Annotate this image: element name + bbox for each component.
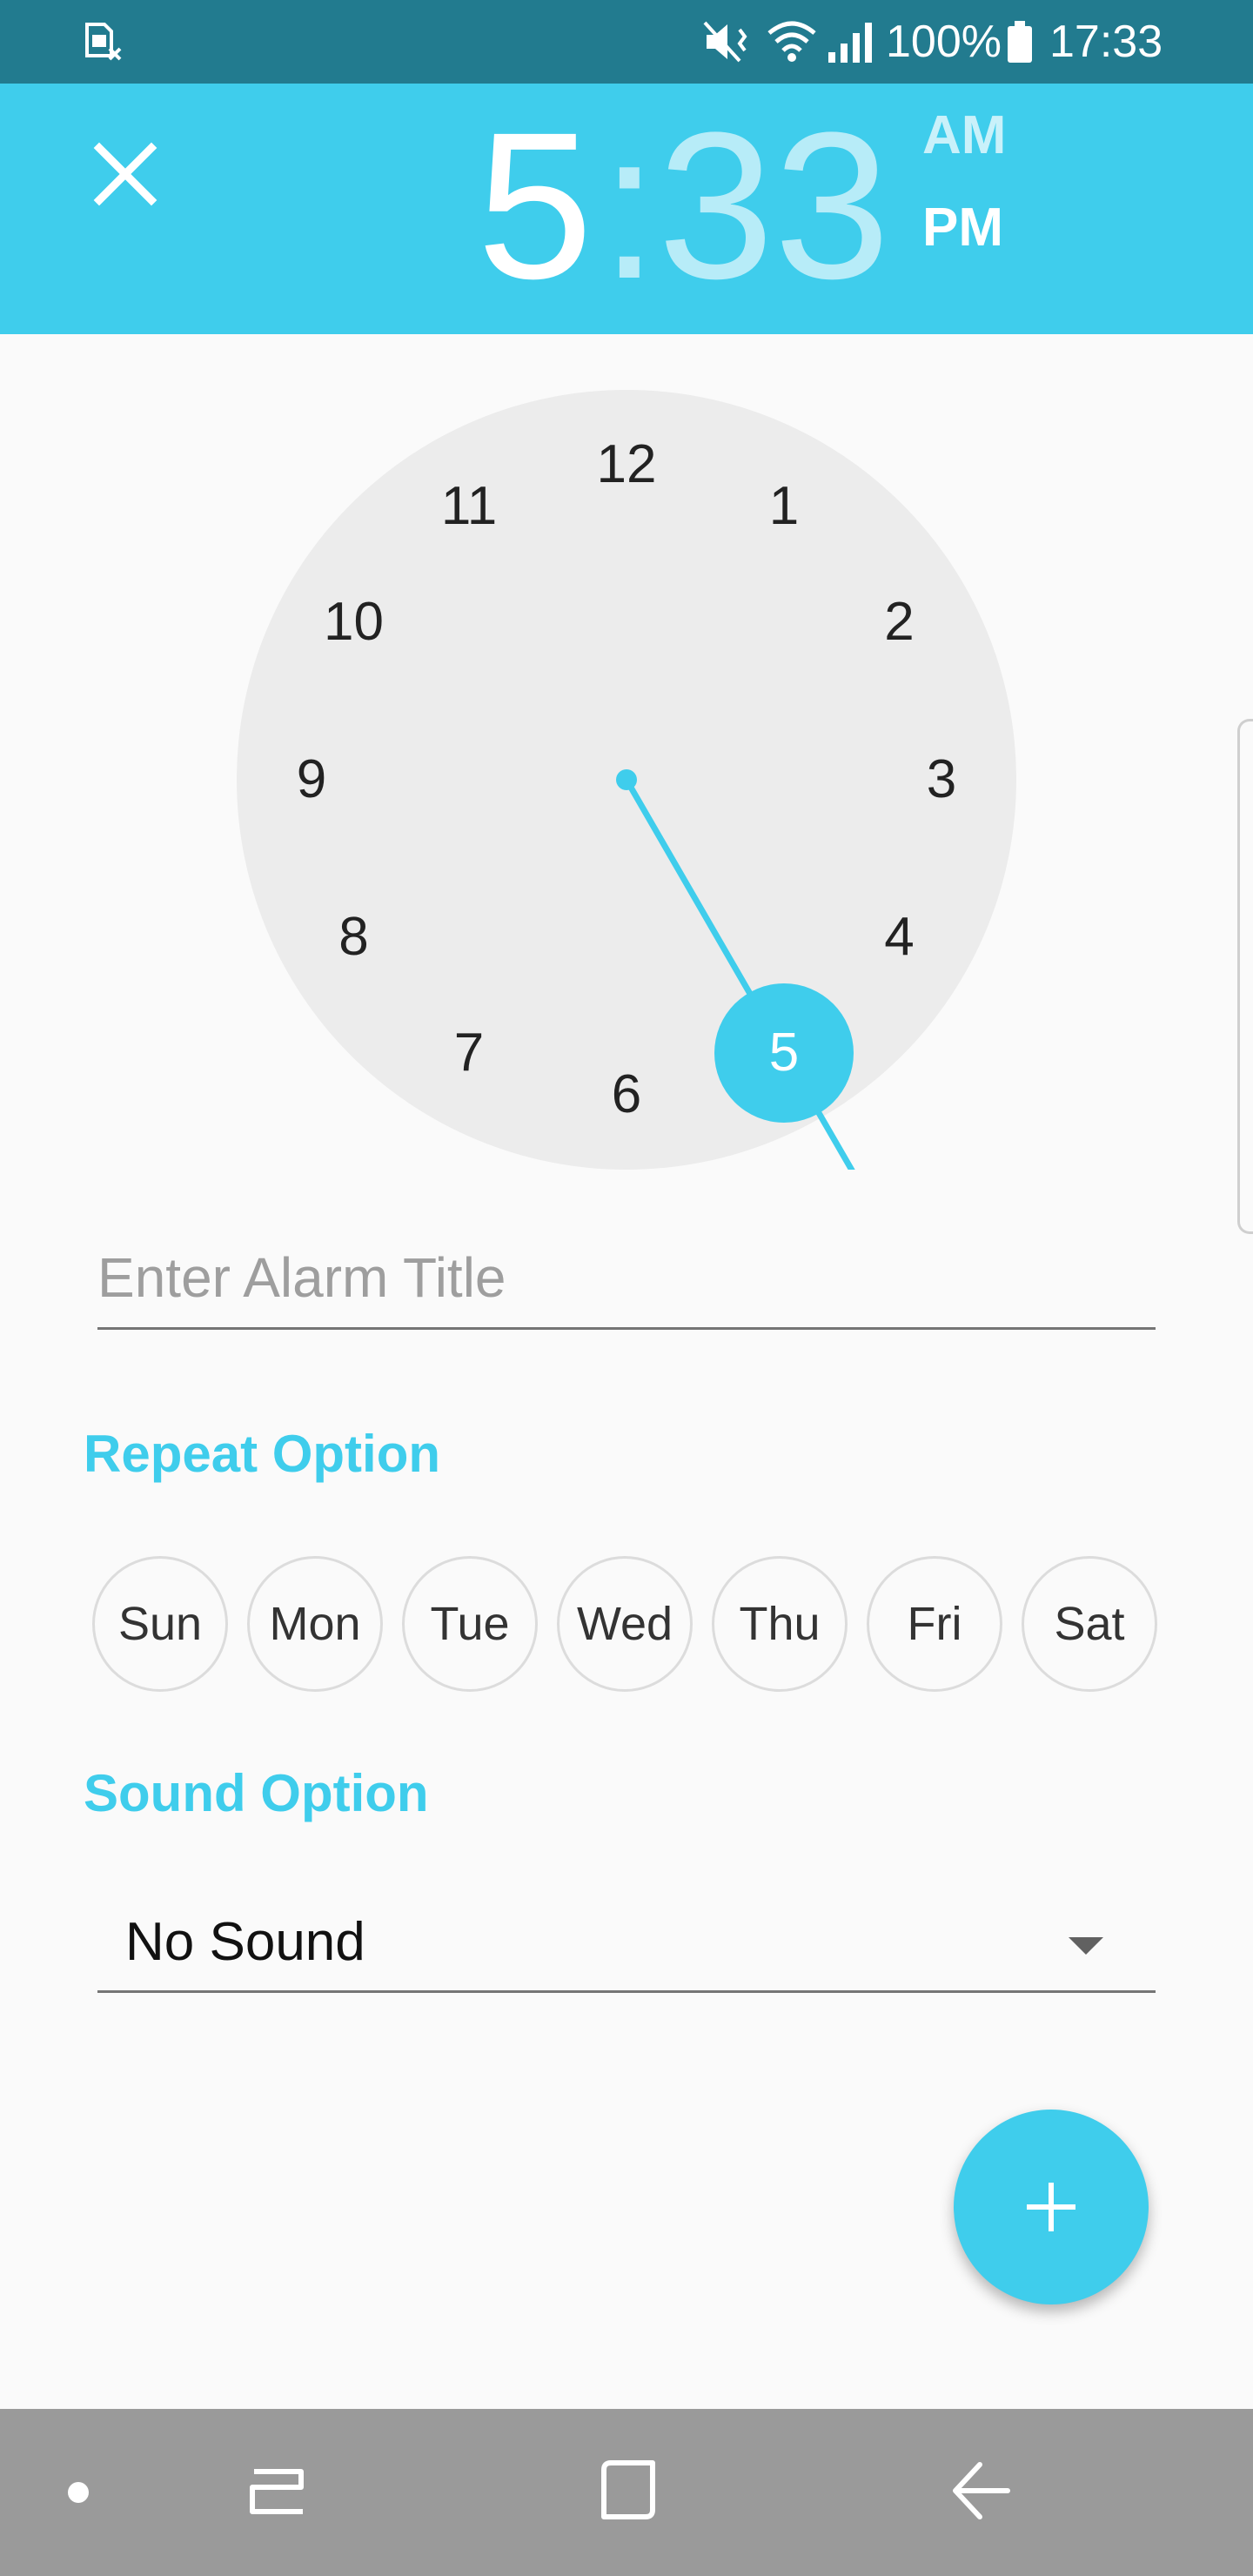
status-clock: 17:33	[1049, 17, 1163, 67]
hour-5-selected[interactable]: 5	[714, 983, 854, 1123]
hour-4[interactable]: 4	[856, 902, 943, 972]
hour-12[interactable]: 12	[583, 430, 670, 500]
vibrate-mute-icon	[703, 21, 747, 63]
hour-6[interactable]: 6	[583, 1060, 670, 1130]
day-toggle-fri[interactable]: Fri	[867, 1556, 1002, 1692]
pm-option[interactable]: PM	[922, 197, 1003, 258]
dropdown-arrow-icon	[1069, 1937, 1103, 1955]
day-toggle-sun[interactable]: Sun	[92, 1556, 228, 1692]
sound-option-heading: Sound Option	[84, 1764, 429, 1822]
wifi-icon	[767, 21, 816, 62]
sim-card-icon	[85, 23, 122, 61]
add-alarm-button[interactable]	[954, 2110, 1149, 2304]
day-toggle-wed[interactable]: Wed	[557, 1556, 693, 1692]
alarm-title-input[interactable]	[97, 1239, 1156, 1330]
close-icon	[93, 142, 157, 206]
hour-3[interactable]: 3	[898, 745, 985, 815]
back-icon[interactable]	[948, 2458, 1015, 2524]
recents-icon[interactable]	[245, 2458, 312, 2524]
day-toggle-mon[interactable]: Mon	[247, 1556, 383, 1692]
hour-display[interactable]: 5	[477, 84, 593, 327]
hour-7[interactable]: 7	[425, 1018, 513, 1088]
am-option[interactable]: AM	[922, 104, 1006, 166]
time-header: 5 : 33 AM PM	[0, 84, 1253, 334]
battery-percentage: 100%	[886, 17, 1002, 67]
dot-icon[interactable]	[68, 2482, 89, 2503]
hour-2[interactable]: 2	[856, 587, 943, 657]
hour-9[interactable]: 9	[268, 745, 355, 815]
signal-icon	[828, 23, 872, 63]
minute-display[interactable]: 33	[658, 84, 890, 327]
time-separator: :	[600, 89, 659, 322]
hour-11[interactable]: 11	[425, 472, 513, 541]
navigation-bar	[0, 2409, 1253, 2576]
status-bar: 100% 17:33	[0, 0, 1253, 84]
close-button[interactable]	[87, 136, 164, 212]
sound-dropdown[interactable]: No Sound	[97, 1897, 1156, 1993]
repeat-option-heading: Repeat Option	[84, 1425, 441, 1483]
day-toggle-thu[interactable]: Thu	[712, 1556, 848, 1692]
hour-10[interactable]: 10	[310, 587, 397, 657]
battery-icon	[1008, 21, 1032, 63]
day-toggle-tue[interactable]: Tue	[402, 1556, 538, 1692]
sound-selected-value: No Sound	[125, 1912, 365, 1972]
hour-8[interactable]: 8	[310, 902, 397, 972]
hour-1[interactable]: 1	[740, 472, 828, 541]
clock-dial[interactable]: 12 1 2 3 4 6 7 8 9 10 11 5	[237, 390, 1016, 1170]
edge-panel-handle[interactable]	[1237, 719, 1253, 1234]
home-icon[interactable]	[597, 2458, 663, 2524]
day-toggle-sat[interactable]: Sat	[1022, 1556, 1157, 1692]
